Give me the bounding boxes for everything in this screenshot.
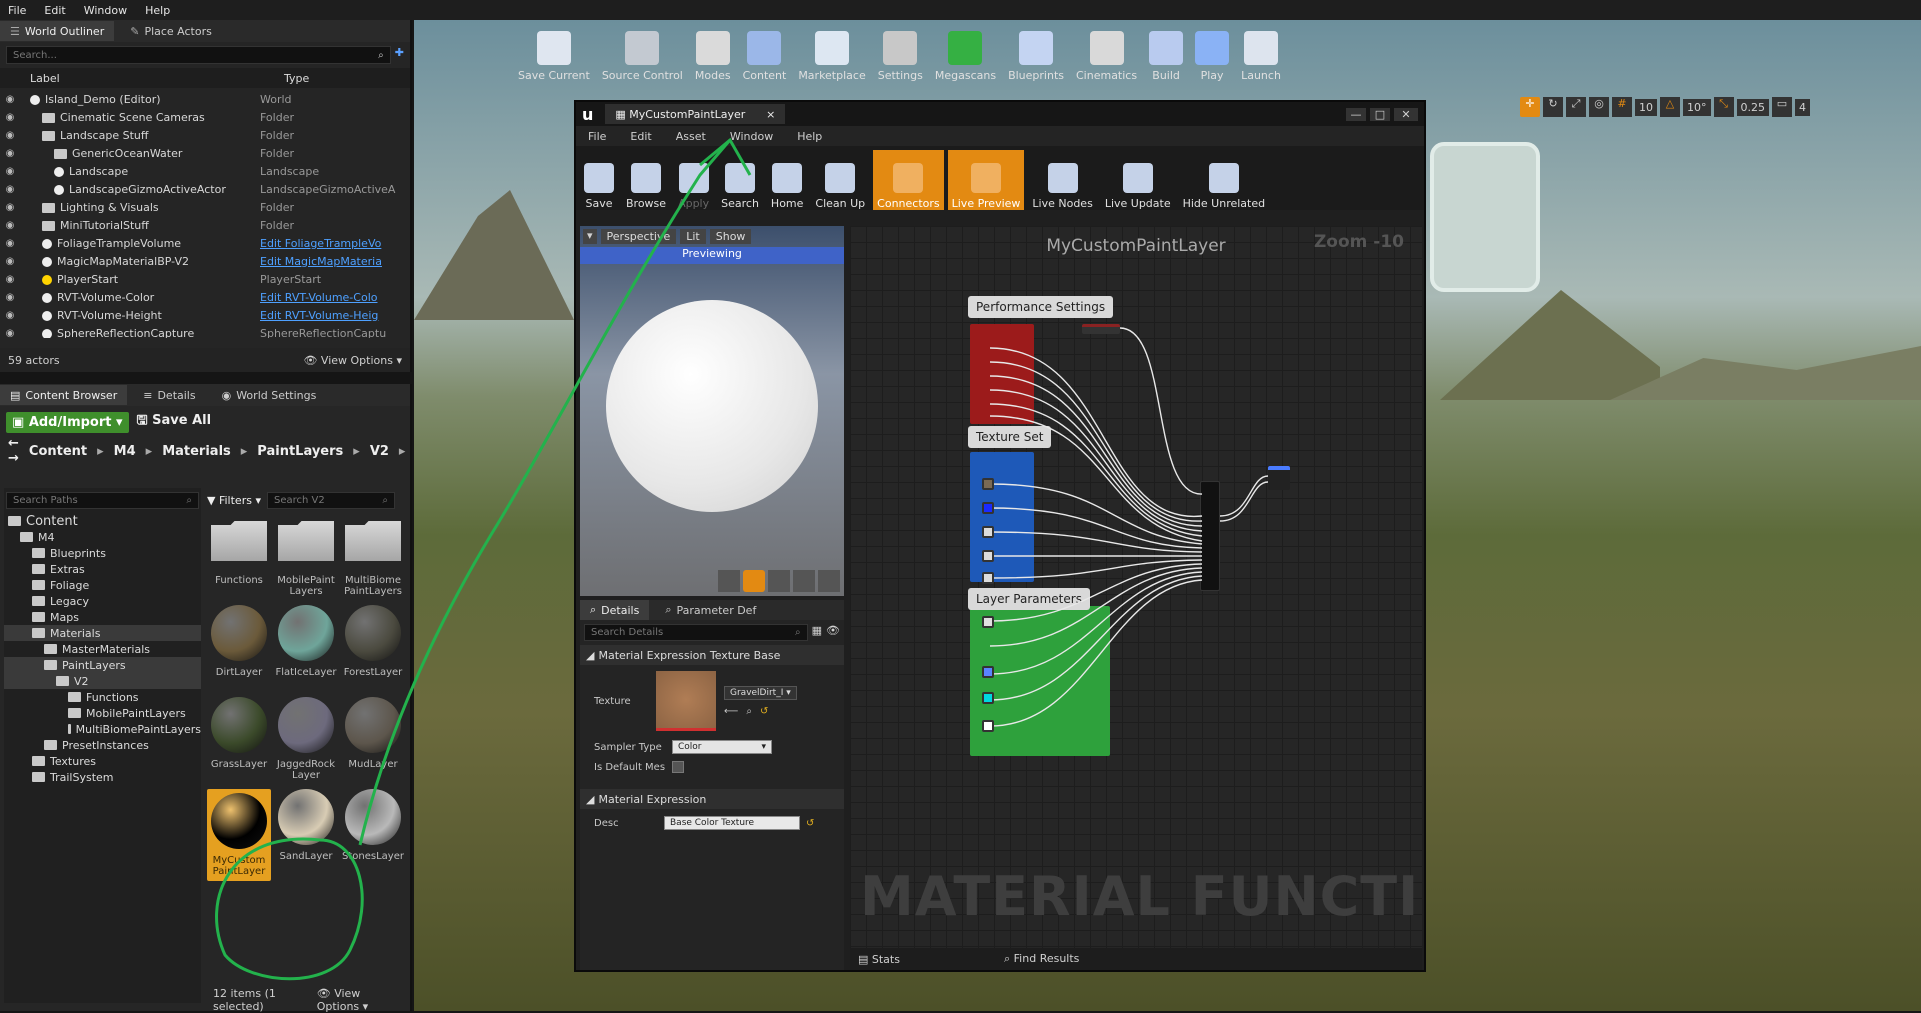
annotation-overlay — [215, 137, 752, 981]
